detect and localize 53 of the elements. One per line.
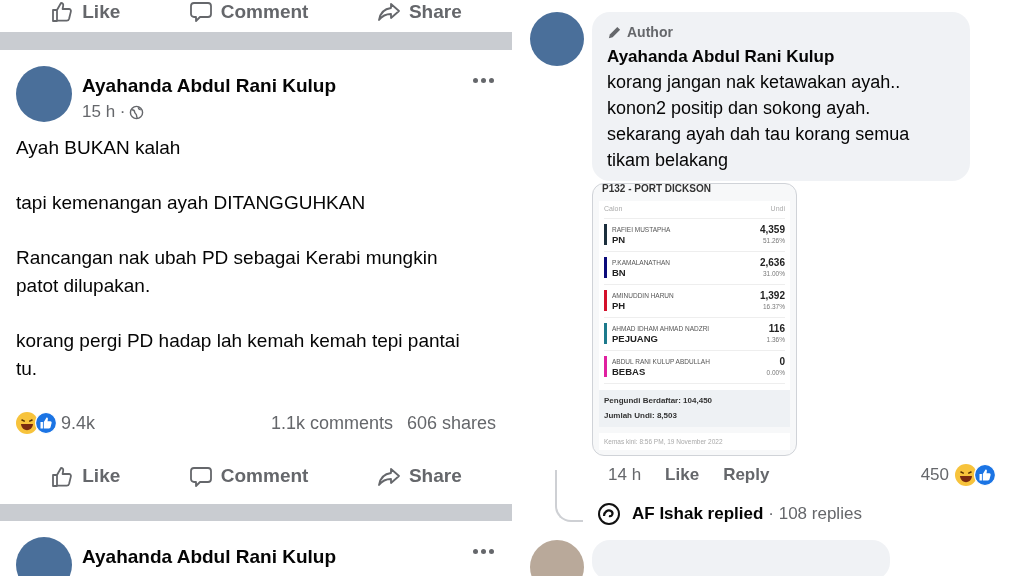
party-name: PEJUANG — [612, 332, 659, 344]
reaction-count[interactable]: 9.4k — [61, 409, 257, 437]
like-reaction-icon — [35, 412, 57, 434]
vote-count: 2,636 — [759, 257, 785, 269]
speech-bubble-icon — [188, 0, 213, 24]
election-result-card[interactable] — [592, 183, 797, 456]
comment-text: korang jangan nak ketawakan ayah.. konon2 positip dan sokong ayah. sekarang ayah dah tau korang semua tikam belakang — [607, 71, 911, 172]
share-count[interactable]: 606 shares — [406, 409, 496, 437]
share-button[interactable]: Share — [376, 462, 462, 491]
laughing-emoji-icon — [16, 412, 38, 434]
avatar[interactable] — [16, 66, 72, 122]
party-name: PN — [612, 233, 627, 245]
post-text: Rancangan nak ubah PD sebagai Kerabi mungkin patot dilupakan. — [16, 246, 439, 298]
vote-count: 116 — [768, 323, 785, 335]
author-name[interactable]: Ayahanda Abdul Rani Kulup — [82, 74, 463, 98]
like-link[interactable]: Like — [665, 462, 700, 488]
comment-time: 14 h — [608, 464, 642, 487]
globe-icon — [129, 104, 145, 120]
like-button[interactable]: Like — [50, 462, 121, 491]
author-label: Author — [627, 23, 673, 42]
post-time: 15 h · — [82, 102, 126, 122]
thread-line — [555, 470, 583, 522]
post-text: tapi kemenangan ayah DITANGGUHKAN — [16, 191, 367, 215]
like-reaction-icon — [974, 464, 996, 486]
author-name[interactable]: Ayahanda Abdul Rani Kulup — [82, 545, 463, 569]
thumbs-up-icon — [50, 0, 75, 24]
result-title: P132 - PORT DICKSON — [601, 184, 712, 195]
pen-icon — [607, 25, 622, 40]
share-button[interactable]: Share — [376, 0, 462, 27]
vote-count: 1,392 — [759, 290, 785, 302]
laughing-emoji-icon — [955, 464, 977, 486]
vote-count: 4,359 — [759, 224, 785, 236]
post-text: Ayah BUKAN kalah — [16, 136, 182, 160]
swirl-logo-icon — [598, 503, 620, 525]
registered-voters: Pengundi Berdaftar: 104,450 — [604, 394, 714, 407]
party-name: BN — [612, 266, 627, 278]
vote-count: 0 — [779, 356, 785, 368]
comment-button[interactable]: Comment — [188, 0, 309, 27]
party-name: BEBAS — [612, 365, 647, 377]
replies-link[interactable]: AF Ishak replied · 108 replies — [632, 501, 862, 527]
comment-button[interactable]: Comment — [188, 462, 309, 491]
avatar[interactable] — [530, 12, 584, 66]
like-button[interactable]: Like — [50, 0, 121, 27]
post-text: korang pergi PD hadap lah kemah kemah tepi pantai tu. — [16, 329, 461, 381]
total-votes: Jumlah Undi: 8,503 — [604, 409, 678, 422]
comment-count[interactable]: 1.1k comments — [270, 409, 393, 437]
speech-bubble-icon — [188, 464, 213, 489]
comment-author[interactable]: Ayahanda Abdul Rani Kulup — [607, 45, 955, 69]
party-name: PH — [612, 299, 627, 311]
reply-link[interactable]: Reply — [723, 462, 770, 488]
share-arrow-icon — [376, 0, 401, 24]
reaction-count[interactable]: 450 — [920, 462, 949, 488]
thumbs-up-icon — [50, 464, 75, 489]
